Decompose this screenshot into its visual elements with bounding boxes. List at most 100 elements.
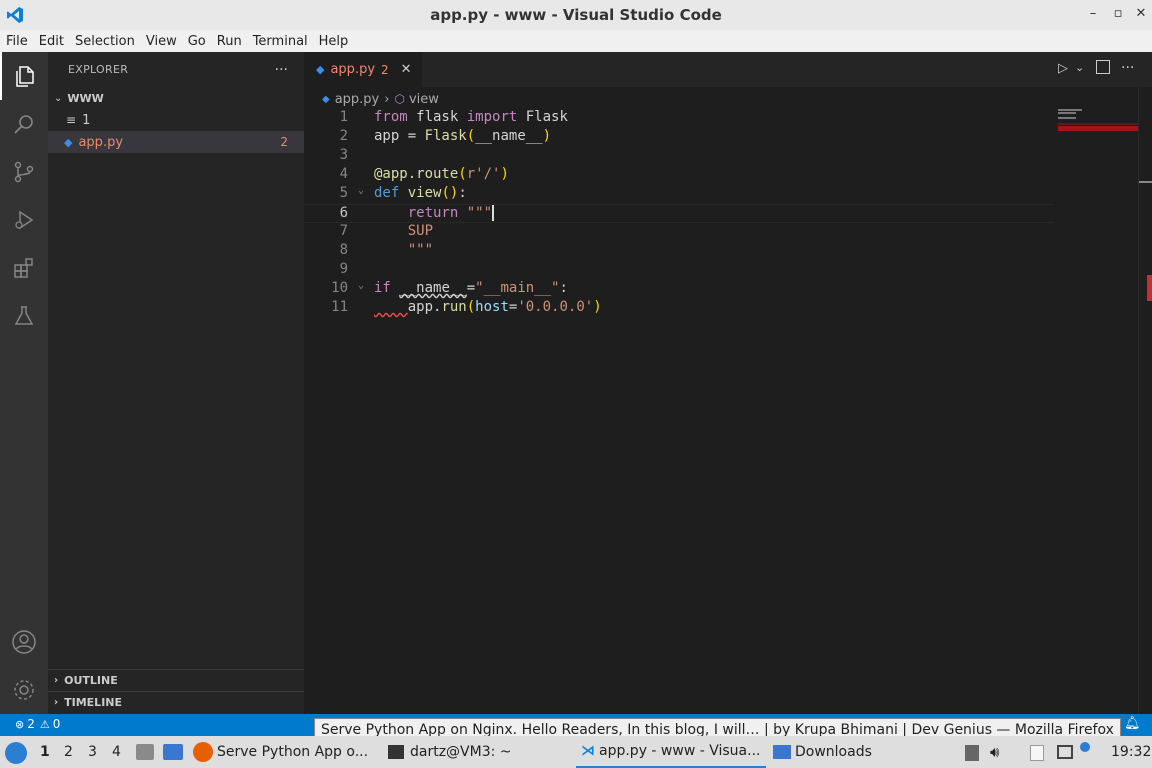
chevron-right-icon: › <box>54 697 59 708</box>
menu-run[interactable]: Run <box>217 34 242 49</box>
flask-icon <box>14 306 34 325</box>
vscode-logo-icon <box>7 7 23 23</box>
menu-edit[interactable]: Edit <box>39 34 64 49</box>
os-taskbar: 1 2 3 4 Serve Python App o... dartz@VM3:… <box>0 736 1152 768</box>
files-icon <box>16 66 34 87</box>
more-actions-icon[interactable]: ··· <box>275 62 288 78</box>
close-tab-icon[interactable]: ✕ <box>401 62 412 77</box>
symbol-method-icon: ⬡ <box>394 92 405 106</box>
line-number: 6 <box>339 205 348 221</box>
clipboard-tray-icon[interactable] <box>965 745 979 761</box>
explorer-sidebar: EXPLORER ··· ⌄ WWW ≡ 1 ◆ app.py 2 › OUTL… <box>48 52 304 714</box>
problem-count-badge: 2 <box>280 135 288 149</box>
text-file-icon: ≡ <box>66 113 77 127</box>
timeline-section[interactable]: › TIMELINE <box>48 691 304 713</box>
editor-area: ◆ app.py 2 ✕ ▷ ⌄ ··· ◆ app.py › ⬡ view 1… <box>304 52 1152 714</box>
account-icon <box>12 630 36 654</box>
file-item-app-py[interactable]: ◆ app.py 2 <box>48 131 304 153</box>
menu-view[interactable]: View <box>146 34 177 49</box>
search-activity-button[interactable] <box>0 100 48 148</box>
menu-selection[interactable]: Selection <box>75 34 135 49</box>
timeline-label: TIMELINE <box>64 696 123 709</box>
vertical-scrollbar[interactable] <box>1138 87 1152 714</box>
notifications-bell-icon[interactable]: 🔔︎ <box>1124 716 1141 731</box>
split-editor-icon[interactable] <box>1096 60 1110 74</box>
workspace-4[interactable]: 4 <box>112 744 121 760</box>
minimize-button[interactable]: – <box>1085 6 1101 22</box>
line-number: 11 <box>331 299 348 315</box>
outline-section[interactable]: › OUTLINE <box>48 669 304 691</box>
line-number: 9 <box>339 261 348 277</box>
taskbar-vscode[interactable]: ⋊ app.py - www - Visua... <box>576 736 766 768</box>
start-menu-icon[interactable] <box>5 742 27 764</box>
testing-activity-button[interactable] <box>0 292 48 340</box>
window-title: app.py - www - Visual Studio Code <box>430 6 722 24</box>
python-file-icon: ◆ <box>316 63 325 76</box>
code-line: 2 app = Flask(__name__) <box>304 128 1054 147</box>
outline-label: OUTLINE <box>64 674 118 687</box>
code-line: 9 <box>304 261 1054 280</box>
code-line: 7 SUP <box>304 223 1054 242</box>
menu-terminal[interactable]: Terminal <box>253 34 308 49</box>
chevron-down-icon[interactable]: ⌄ <box>1075 61 1084 74</box>
manage-activity-button[interactable] <box>0 666 48 714</box>
tab-problem-badge: 2 <box>381 62 389 77</box>
network-tray-icon[interactable] <box>1057 745 1073 759</box>
activity-bar <box>0 52 48 714</box>
accounts-activity-button[interactable] <box>0 618 48 666</box>
taskbar-firefox[interactable]: Serve Python App o... <box>193 736 368 768</box>
chevron-down-icon: ⌄ <box>54 92 63 104</box>
line-number: 8 <box>339 242 348 258</box>
notification-tray-icon[interactable] <box>1080 742 1090 752</box>
run-debug-activity-button[interactable] <box>0 196 48 244</box>
file-label: app.py <box>78 134 124 150</box>
file-manager-launcher-icon[interactable] <box>136 744 154 760</box>
menu-file[interactable]: File <box>6 34 28 49</box>
source-control-icon <box>14 161 34 183</box>
fold-icon[interactable]: ⌄ <box>358 280 364 291</box>
code-editor[interactable]: 1 from flask import Flask 2 app = Flask(__… <box>304 109 1054 318</box>
file-item-1[interactable]: ≡ 1 <box>48 109 304 131</box>
extensions-activity-button[interactable] <box>0 244 48 292</box>
folder-www[interactable]: ⌄ WWW <box>48 87 304 109</box>
source-control-activity-button[interactable] <box>0 148 48 196</box>
breadcrumb-file[interactable]: app.py <box>335 92 380 107</box>
menu-go[interactable]: Go <box>188 34 206 49</box>
file-label: 1 <box>82 112 91 128</box>
code-line: 3 <box>304 147 1054 166</box>
problems-status[interactable]: ⊗ 2 ⚠ 0 <box>15 717 60 731</box>
workspace-3[interactable]: 3 <box>88 744 97 760</box>
show-desktop-icon[interactable] <box>163 744 183 760</box>
vscode-icon: ⋊ <box>581 743 595 759</box>
run-file-icon[interactable]: ▷ <box>1058 61 1068 76</box>
close-window-button[interactable]: ✕ <box>1133 6 1149 22</box>
text-cursor <box>492 205 503 221</box>
taskbar-firefox-label: Serve Python App o... <box>217 744 369 760</box>
title-bar: app.py - www - Visual Studio Code – ▫ ✕ <box>0 0 1152 30</box>
menu-help[interactable]: Help <box>319 34 349 49</box>
tab-app-py[interactable]: ◆ app.py 2 ✕ <box>304 52 422 87</box>
explorer-activity-button[interactable] <box>0 52 48 100</box>
python-file-icon: ◆ <box>322 93 330 105</box>
breadcrumb-symbol[interactable]: view <box>409 92 439 107</box>
breadcrumb: ◆ app.py › ⬡ view <box>322 89 439 109</box>
tab-bar: ◆ app.py 2 ✕ ▷ ⌄ ··· <box>304 52 1152 87</box>
fold-icon[interactable]: ⌄ <box>358 185 364 196</box>
more-actions-icon[interactable]: ··· <box>1121 60 1134 76</box>
volume-icon[interactable]: 🔊︎ <box>990 743 999 761</box>
code-line: 11 app.run(host='0.0.0.0') <box>304 299 1054 318</box>
maximize-button[interactable]: ▫ <box>1110 6 1126 22</box>
workspace-1[interactable]: 1 <box>40 744 50 760</box>
taskbar-downloads[interactable]: Downloads <box>773 736 872 768</box>
notes-tray-icon[interactable] <box>1030 745 1044 761</box>
workspace-2[interactable]: 2 <box>64 744 73 760</box>
folder-icon <box>773 745 791 759</box>
code-line: 5 ⌄ def view(): <box>304 185 1054 204</box>
run-debug-icon <box>15 210 34 230</box>
extensions-icon <box>14 258 33 278</box>
minimap[interactable] <box>1058 109 1138 139</box>
taskbar-terminal[interactable]: dartz@VM3: ~ <box>388 736 512 768</box>
firefox-icon <box>193 742 213 762</box>
code-line: 1 from flask import Flask <box>304 109 1054 128</box>
chevron-right-icon: › <box>54 675 59 686</box>
